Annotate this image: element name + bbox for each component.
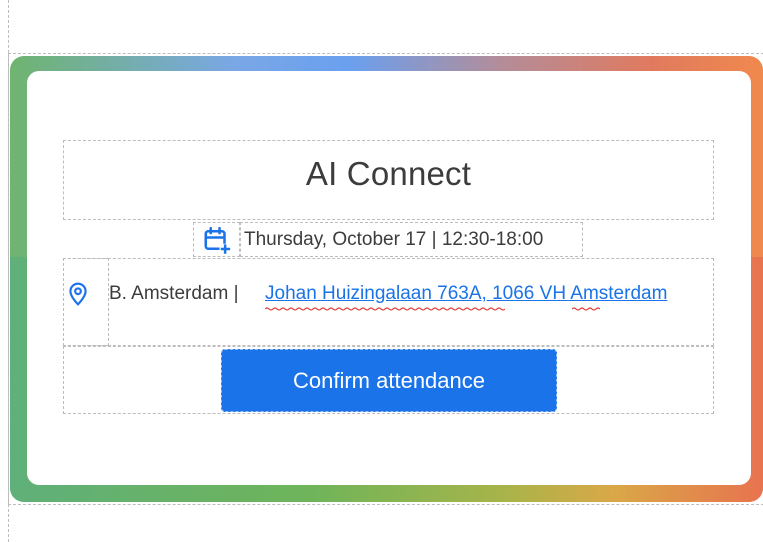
spellcheck-underline — [572, 307, 600, 311]
calendar-add-icon — [204, 226, 231, 255]
location-pin-icon — [69, 282, 87, 306]
event-date-time: Thursday, October 17 | 12:30-18:00 — [240, 222, 583, 257]
spellcheck-underline — [265, 307, 505, 311]
location-name: B. Amsterdam | — [109, 283, 239, 304]
date-icon-cell — [193, 222, 240, 257]
confirm-attendance-button[interactable]: Confirm attendance — [221, 349, 557, 412]
location-address-link[interactable]: Johan Huizingalaan 763A, 1066 VH Amsterd… — [265, 283, 667, 305]
title-block: AI Connect — [63, 140, 714, 220]
event-title: AI Connect — [305, 155, 472, 192]
